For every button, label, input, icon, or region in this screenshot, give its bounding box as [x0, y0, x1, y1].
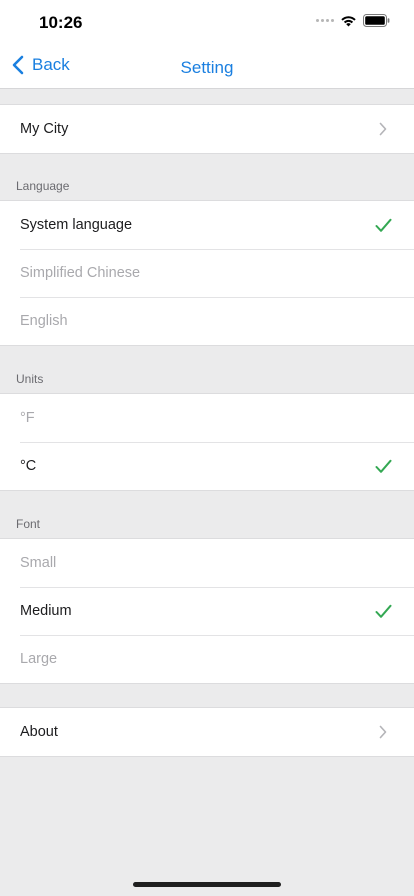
- font-option-small[interactable]: Small: [0, 539, 414, 587]
- option-label: Large: [20, 651, 58, 667]
- option-label: Small: [20, 555, 57, 571]
- city-group: My City: [0, 104, 414, 154]
- units-group: °F °C: [0, 393, 414, 491]
- about-label: About: [20, 724, 58, 740]
- option-label: Medium: [20, 603, 72, 619]
- language-option-simplified-chinese[interactable]: Simplified Chinese: [0, 249, 414, 297]
- language-option-system[interactable]: System language: [0, 201, 414, 249]
- font-section-header: Font: [16, 517, 41, 531]
- wifi-icon: [341, 15, 356, 26]
- home-indicator[interactable]: [133, 882, 281, 887]
- language-section-header: Language: [16, 179, 70, 193]
- font-group: Small Medium Large: [0, 538, 414, 684]
- status-bar: 10:26: [0, 0, 414, 44]
- language-group: System language Simplified Chinese Engli…: [0, 200, 414, 346]
- option-label: °F: [20, 410, 35, 426]
- option-label: Simplified Chinese: [20, 265, 141, 281]
- navigation-bar: Back Setting: [0, 44, 414, 89]
- my-city-row[interactable]: My City: [0, 105, 414, 153]
- chevron-right-icon: [379, 725, 387, 739]
- language-option-english[interactable]: English: [0, 297, 414, 345]
- option-label: System language: [20, 217, 133, 233]
- units-option-celsius[interactable]: °C: [0, 442, 414, 490]
- option-label: °C: [20, 458, 37, 474]
- font-option-large[interactable]: Large: [0, 635, 414, 683]
- battery-icon: [363, 14, 390, 27]
- option-label: English: [20, 313, 68, 329]
- checkmark-icon: [375, 459, 391, 473]
- my-city-label: My City: [20, 121, 69, 137]
- status-icons: [316, 14, 390, 27]
- signal-icon: [316, 19, 334, 22]
- units-section-header: Units: [16, 372, 44, 386]
- status-time: 10:26: [39, 13, 83, 32]
- checkmark-icon: [375, 218, 391, 232]
- font-option-medium[interactable]: Medium: [0, 587, 414, 635]
- about-group: About: [0, 707, 414, 757]
- checkmark-icon: [375, 604, 391, 618]
- about-row[interactable]: About: [0, 708, 414, 756]
- page-title: Setting: [180, 58, 234, 77]
- units-option-fahrenheit[interactable]: °F: [0, 394, 414, 442]
- chevron-right-icon: [379, 122, 387, 136]
